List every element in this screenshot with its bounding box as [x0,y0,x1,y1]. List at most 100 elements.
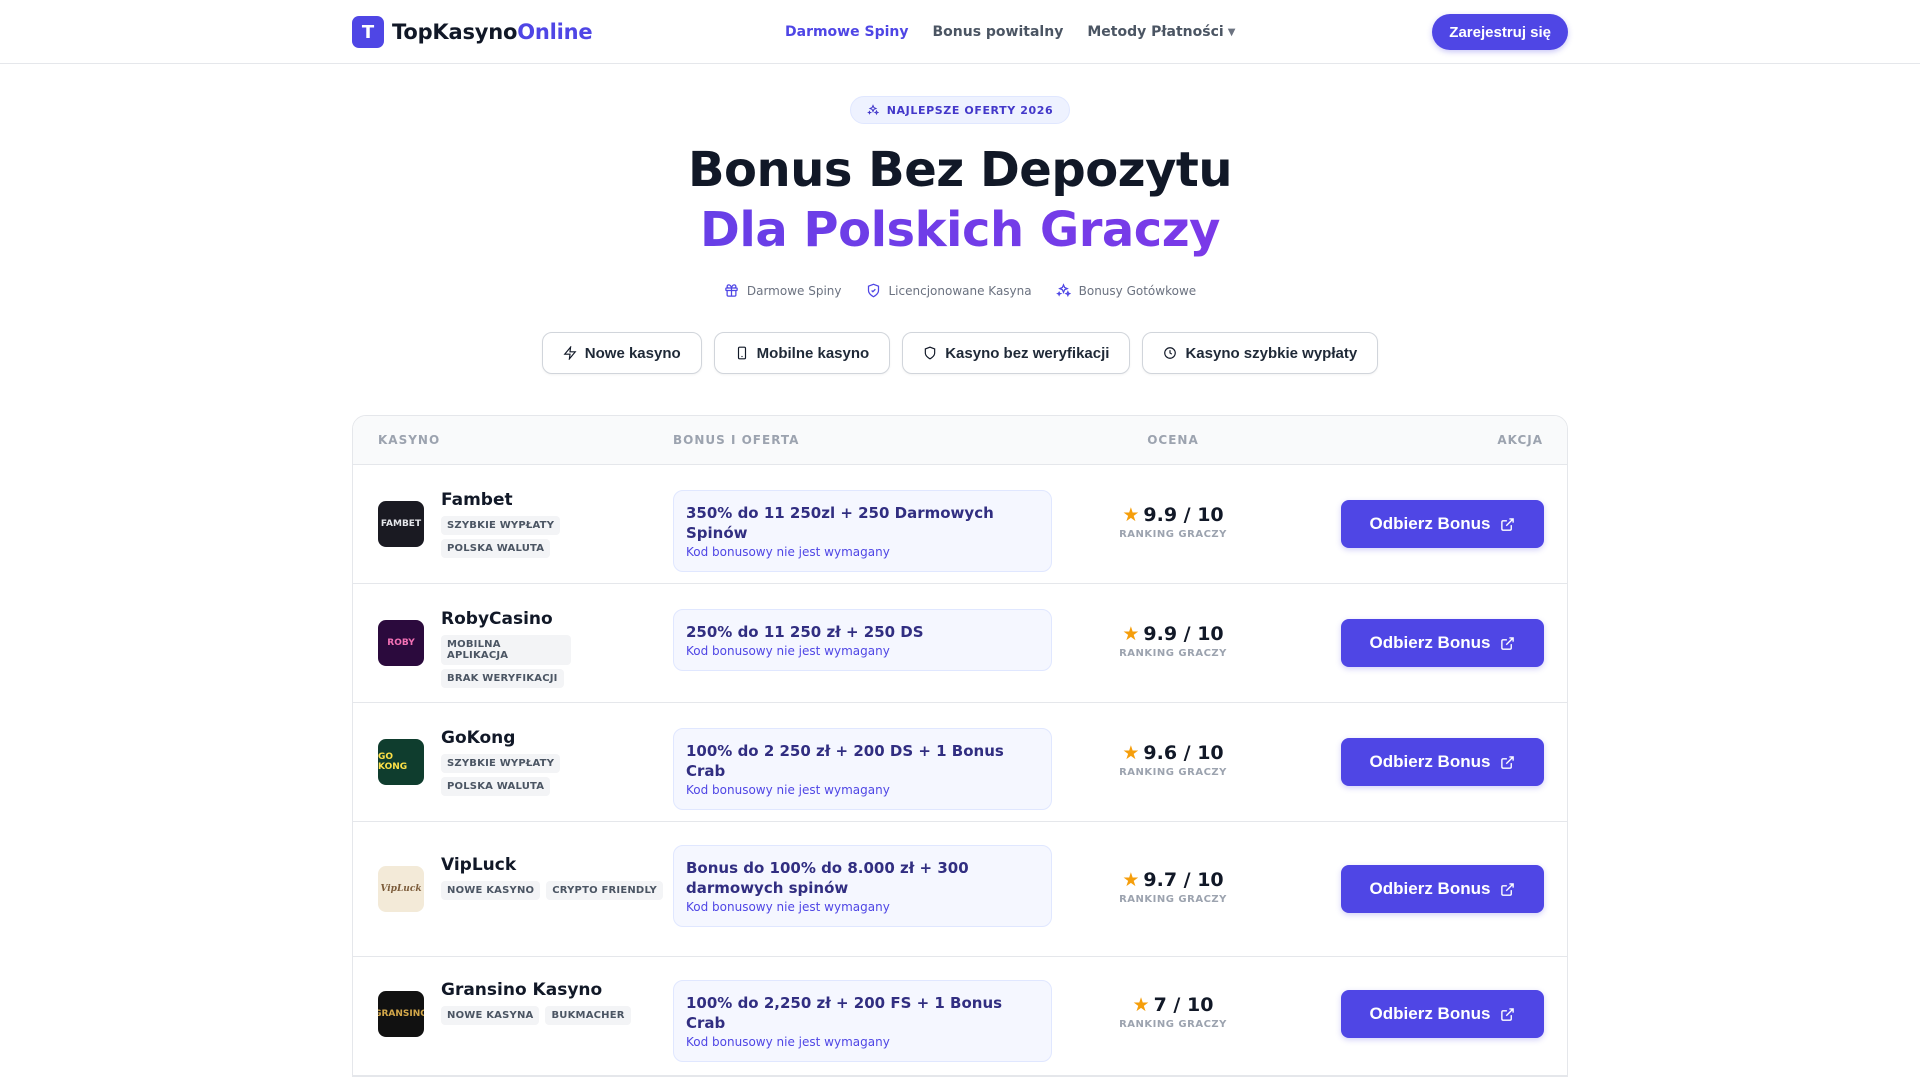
rating-label: RANKING GRACZY [1119,529,1227,540]
star-icon: ★ [1122,869,1140,891]
rating-score: ★ 7 / 10 [1113,994,1233,1016]
feature-label: Darmowe Spiny [746,283,842,298]
casino-tag: POLSKA WALUTA [441,777,551,796]
claim-bonus-label: Odbierz Bonus [1369,879,1491,898]
casino-tag: NOWE KASYNO [441,881,541,900]
page-title: Bonus Bez Depozytu [687,142,1233,198]
nav-link-metody-platnosci[interactable]: Metody Płatności ▼ [1087,24,1235,40]
nav-link-bonus-powitalny[interactable]: Bonus powitalny [932,24,1063,40]
offer-title: 100% do 2 250 zł + 200 DS + 1 Bonus Crab [686,742,1004,780]
claim-bonus-label: Odbierz Bonus [1369,1004,1491,1023]
offers-badge: NAJLEPSZE OFERTY 2026 [849,96,1071,124]
filter-mobilne-kasyno[interactable]: Mobilne kasyno [713,332,891,374]
casino-tags: NOWE KASYNA BUKMACHER [441,1006,681,1025]
table-row: VipLuck VipLuck NOWE KASYNO CRYPTO FRIEN… [353,822,1567,957]
casino-rating: ★ 7 / 10 RANKING GRACZY [1113,994,1233,1030]
filter-label: Kasyno bez weryfikacji [945,344,1110,362]
feature-item: Bonusy Gotówkowe [1055,283,1197,298]
external-link-icon [1501,636,1515,650]
casino-logo: GRANSINO [378,991,424,1037]
rating-label: RANKING GRACZY [1119,894,1227,905]
casino-name: Gransino Kasyno [441,980,603,1000]
offer-note: Kod bonusowy nie jest wymagany [686,900,890,914]
filter-label: Nowe kasyno [584,344,681,362]
casino-rating: ★ 9.9 / 10 RANKING GRACZY [1113,504,1233,540]
bonus-offer: 100% do 2 250 zł + 200 DS + 1 Bonus Crab… [673,728,1052,810]
filter-label: Mobilne kasyno [756,344,870,362]
table-row: GO KONG GoKong SZYBKIE WYPŁATY POLSKA WA… [353,703,1567,822]
claim-bonus-button[interactable]: Odbierz Bonus [1341,738,1544,786]
casino-name: RobyCasino [441,609,553,629]
table-row: ROBY RobyCasino MOBILNA APLIKACJA BRAK W… [353,584,1567,703]
casino-tag: MOBILNA APLIKACJA [441,635,571,665]
casino-tag: POLSKA WALUTA [441,539,551,558]
column-header-action: AKCJA [1497,433,1543,447]
offer-note: Kod bonusowy nie jest wymagany [686,644,890,658]
column-header-bonus: BONUS I OFERTA [673,433,800,447]
casino-name: GoKong [441,728,516,748]
filter-szybkie-wyplaty[interactable]: Kasyno szybkie wypłaty [1142,332,1379,374]
claim-bonus-button[interactable]: Odbierz Bonus [1341,619,1544,667]
rating-value: 9.9 / 10 [1143,504,1224,526]
rating-value: 9.7 / 10 [1143,869,1224,891]
table-row: FAMBET Fambet SZYBKIE WYPŁATY POLSKA WAL… [353,465,1567,584]
brand-name-accent: Online [517,20,593,44]
gift-icon [725,284,738,297]
table-row: GRANSINO Gransino Kasyno NOWE KASYNA BUK… [353,957,1567,1076]
feature-label: Licencjonowane Kasyna [888,283,1032,298]
feature-label: Bonusy Gotówkowe [1078,283,1197,298]
casino-tag: BUKMACHER [545,1006,631,1025]
rating-score: ★ 9.9 / 10 [1113,623,1233,645]
feature-list: Darmowe Spiny Licencjonowane Kasyna Bonu… [0,283,1920,298]
offer-note: Kod bonusowy nie jest wymagany [686,783,890,797]
external-link-icon [1501,882,1515,896]
sparkles-icon [866,104,879,116]
claim-bonus-button[interactable]: Odbierz Bonus [1341,865,1544,913]
offer-title: 350% do 11 250zl + 250 Darmowych Spinów [686,504,994,542]
casino-logo: FAMBET [378,501,424,547]
smartphone-icon [737,346,746,360]
offer-note: Kod bonusowy nie jest wymagany [686,1035,890,1049]
claim-bonus-button[interactable]: Odbierz Bonus [1341,990,1544,1038]
brand-name-main: TopKasyno [392,20,518,44]
zap-icon [563,346,577,360]
nav-link-darmowe-spiny[interactable]: Darmowe Spiny [785,24,908,40]
casino-logo: ROBY [378,620,424,666]
rating-value: 7 / 10 [1153,994,1214,1016]
clock-icon [1164,347,1177,359]
casino-rating: ★ 9.9 / 10 RANKING GRACZY [1113,623,1233,659]
star-icon: ★ [1122,504,1140,526]
casino-tags: NOWE KASYNO CRYPTO FRIENDLY [441,881,681,900]
rating-score: ★ 9.7 / 10 [1113,869,1233,891]
casino-tag: BRAK WERYFIKACJI [441,669,564,688]
feature-item: Darmowe Spiny [724,283,842,298]
bonus-offer: 250% do 11 250 zł + 250 DS Kod bonusowy … [673,609,1052,671]
external-link-icon [1501,1007,1515,1021]
star-icon: ★ [1122,742,1140,764]
register-button[interactable]: Zarejestruj się [1432,14,1568,50]
casino-tag: NOWE KASYNA [441,1006,540,1025]
casino-tag: SZYBKIE WYPŁATY [441,516,561,535]
claim-bonus-label: Odbierz Bonus [1369,752,1491,771]
bonus-offer: 350% do 11 250zl + 250 Darmowych Spinów … [673,490,1052,572]
hero-section: NAJLEPSZE OFERTY 2026 Bonus Bez Depozytu… [0,64,1920,374]
page-subtitle: Dla Polskich Graczy [0,200,1920,260]
rating-value: 9.6 / 10 [1143,742,1224,764]
bonus-offer: 100% do 2,250 zł + 200 FS + 1 Bonus Crab… [673,980,1052,1062]
claim-bonus-label: Odbierz Bonus [1369,633,1491,652]
brand-logo-link[interactable]: T TopKasynoOnline [352,16,593,48]
feature-item: Licencjonowane Kasyna [866,283,1032,298]
casino-tags: SZYBKIE WYPŁATY POLSKA WALUTA [441,754,561,796]
claim-bonus-button[interactable]: Odbierz Bonus [1341,500,1544,548]
column-header-rating: OCENA [1147,433,1199,447]
offer-title: Bonus do 100% do 8.000 zł + 300 darmowyc… [686,859,969,897]
rating-value: 9.9 / 10 [1143,623,1224,645]
external-link-icon [1501,755,1515,769]
filter-nowe-kasyno[interactable]: Nowe kasyno [541,332,702,374]
casino-tags: SZYBKIE WYPŁATY POLSKA WALUTA [441,516,561,558]
filter-bez-weryfikacji[interactable]: Kasyno bez weryfikacji [902,332,1131,374]
casino-tag: CRYPTO FRIENDLY [546,881,663,900]
casino-name: Fambet [441,490,513,510]
filter-label: Kasyno szybkie wypłaty [1185,344,1358,362]
casino-tag: SZYBKIE WYPŁATY [441,754,561,773]
